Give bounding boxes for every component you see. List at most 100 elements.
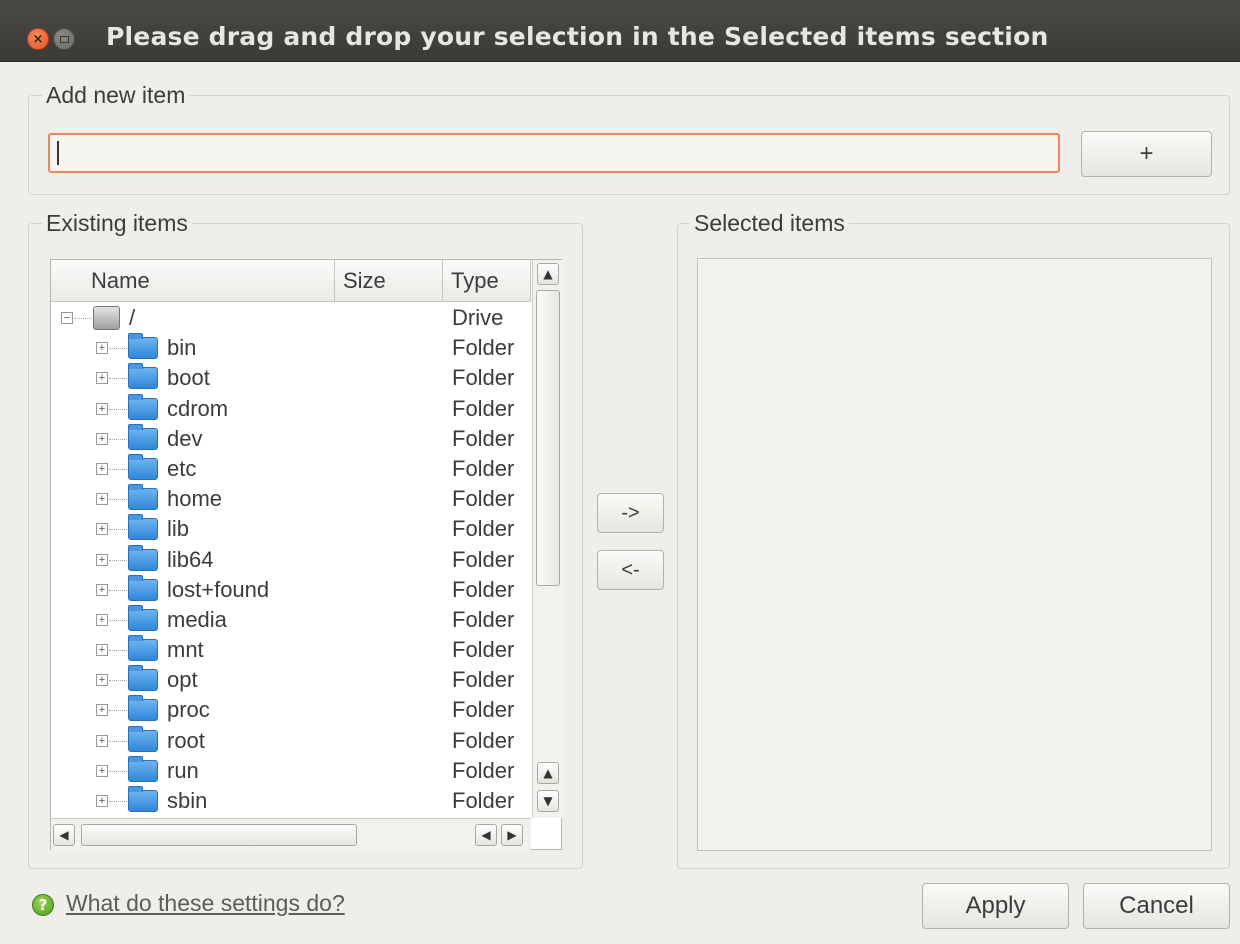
scroll-up-small-arrow-icon[interactable]: ▲ bbox=[537, 762, 559, 784]
tree-row[interactable]: + media Folder bbox=[51, 604, 531, 635]
folder-icon bbox=[128, 725, 158, 752]
tree-item-name: media bbox=[167, 606, 227, 632]
move-to-selected-button[interactable]: -> bbox=[597, 493, 664, 533]
folder-icon bbox=[128, 695, 158, 722]
column-header-size[interactable]: Size bbox=[335, 260, 443, 302]
tree-item-name: proc bbox=[167, 697, 210, 723]
vertical-scrollbar[interactable]: ▲ ▲ ▼ bbox=[532, 260, 562, 818]
tree-row[interactable]: + root Folder bbox=[51, 725, 531, 756]
expand-icon[interactable]: + bbox=[96, 795, 108, 807]
folder-icon bbox=[128, 755, 158, 782]
expand-icon[interactable]: + bbox=[96, 704, 108, 717]
existing-items-title: Existing items bbox=[42, 210, 192, 237]
tree-item-type: Folder bbox=[452, 637, 515, 663]
tree-item-type: Folder bbox=[452, 455, 515, 481]
tree-item-name: boot bbox=[167, 365, 210, 391]
close-icon: × bbox=[32, 31, 44, 47]
scroll-left-small-arrow-icon[interactable]: ◀ bbox=[475, 824, 497, 846]
tree-row[interactable]: + bin Folder bbox=[51, 333, 531, 363]
tree-item-type: Folder bbox=[452, 576, 515, 602]
existing-items-tree[interactable]: Name Size Type − / Drive + bin Folder + boot… bbox=[50, 259, 562, 850]
drive-icon bbox=[93, 306, 120, 330]
tree-row[interactable]: + opt Folder bbox=[51, 665, 531, 695]
expand-icon[interactable]: + bbox=[96, 402, 108, 415]
horizontal-scrollbar[interactable]: ◀ ◀ ▶ bbox=[51, 818, 531, 850]
tree-row[interactable]: + sbin Folder bbox=[51, 786, 531, 816]
tree-item-type: Folder bbox=[452, 606, 515, 632]
apply-button[interactable]: Apply bbox=[922, 883, 1069, 929]
tree-item-name: lost+found bbox=[167, 576, 270, 602]
tree-row[interactable]: + proc Folder bbox=[51, 695, 531, 725]
folder-icon bbox=[128, 363, 158, 390]
tree-row[interactable]: + lost+found Folder bbox=[51, 574, 531, 605]
close-window-button[interactable]: × bbox=[27, 28, 49, 50]
tree-item-type: Folder bbox=[452, 697, 515, 723]
tree-item-name: opt bbox=[167, 667, 198, 693]
tree-item-type: Folder bbox=[452, 365, 515, 391]
tree-row[interactable]: + boot Folder bbox=[51, 363, 531, 393]
scroll-right-arrow-icon[interactable]: ▶ bbox=[501, 824, 523, 846]
tree-rows: − / Drive + bin Folder + boot Folder + cdrom Fol… bbox=[51, 305, 531, 816]
expand-icon[interactable]: + bbox=[96, 432, 108, 445]
tree-row[interactable]: + mnt Folder bbox=[51, 635, 531, 665]
folder-icon bbox=[128, 574, 158, 601]
cancel-button[interactable]: Cancel bbox=[1083, 883, 1230, 929]
selected-items-list[interactable] bbox=[697, 258, 1212, 851]
expand-icon[interactable]: + bbox=[96, 734, 108, 747]
folder-icon bbox=[128, 484, 158, 511]
tree-item-type: Folder bbox=[452, 335, 515, 361]
tree-row[interactable]: + dev Folder bbox=[51, 423, 531, 454]
expand-icon[interactable]: + bbox=[96, 674, 108, 687]
folder-icon bbox=[128, 514, 158, 541]
expand-icon[interactable]: + bbox=[96, 644, 108, 657]
tree-item-name: etc bbox=[167, 455, 197, 481]
move-to-existing-button[interactable]: <- bbox=[597, 550, 664, 590]
expand-icon[interactable]: + bbox=[96, 764, 108, 777]
add-new-item-title: Add new item bbox=[42, 82, 190, 109]
tree-item-type: Folder bbox=[452, 395, 515, 421]
tree-item-type: Folder bbox=[452, 516, 515, 542]
scroll-left-arrow-icon[interactable]: ◀ bbox=[53, 824, 75, 846]
column-header-name[interactable]: Name bbox=[51, 260, 335, 302]
vertical-scroll-thumb[interactable] bbox=[536, 290, 560, 586]
scroll-up-arrow-icon[interactable]: ▲ bbox=[537, 263, 559, 285]
tree-row[interactable]: + run Folder bbox=[51, 755, 531, 786]
expand-icon[interactable]: + bbox=[96, 553, 108, 566]
new-item-input[interactable] bbox=[48, 133, 1060, 173]
folder-icon bbox=[128, 544, 158, 571]
tree-item-type: Folder bbox=[452, 486, 515, 512]
selected-items-title: Selected items bbox=[690, 210, 849, 237]
column-header-type[interactable]: Type bbox=[443, 260, 531, 302]
tree-row[interactable]: + cdrom Folder bbox=[51, 393, 531, 424]
tree-row[interactable]: + home Folder bbox=[51, 484, 531, 514]
folder-icon bbox=[128, 393, 158, 420]
tree-item-type: Folder bbox=[452, 667, 515, 693]
expand-icon[interactable]: + bbox=[96, 342, 108, 355]
folder-icon bbox=[128, 453, 158, 480]
expand-icon[interactable]: + bbox=[96, 462, 108, 475]
tree-item-type: Folder bbox=[452, 546, 515, 572]
maximize-window-button[interactable] bbox=[53, 28, 75, 50]
add-item-button[interactable]: + bbox=[1081, 131, 1212, 177]
tree-row[interactable]: + etc Folder bbox=[51, 453, 531, 484]
tree-row[interactable]: + lib Folder bbox=[51, 514, 531, 544]
tree-item-type: Drive bbox=[452, 305, 504, 330]
collapse-icon[interactable]: − bbox=[61, 312, 73, 324]
tree-item-type: Folder bbox=[452, 425, 515, 451]
tree-item-type: Folder bbox=[452, 788, 515, 813]
scroll-down-arrow-icon[interactable]: ▼ bbox=[537, 790, 559, 812]
help-link[interactable]: What do these settings do? bbox=[66, 890, 345, 917]
expand-icon[interactable]: + bbox=[96, 613, 108, 626]
window-titlebar: × Please drag and drop your selection in… bbox=[0, 0, 1240, 62]
horizontal-scroll-thumb[interactable] bbox=[81, 824, 357, 846]
expand-icon[interactable]: + bbox=[96, 493, 108, 506]
expand-icon[interactable]: + bbox=[96, 372, 108, 385]
tree-item-type: Folder bbox=[452, 727, 515, 753]
help-icon: ? bbox=[32, 894, 54, 916]
expand-icon[interactable]: + bbox=[96, 583, 108, 596]
tree-row[interactable]: + lib64 Folder bbox=[51, 544, 531, 575]
tree-header: Name Size Type bbox=[51, 260, 531, 302]
tree-row-root[interactable]: − / Drive bbox=[51, 303, 531, 333]
expand-icon[interactable]: + bbox=[96, 523, 108, 536]
text-caret bbox=[57, 141, 59, 165]
